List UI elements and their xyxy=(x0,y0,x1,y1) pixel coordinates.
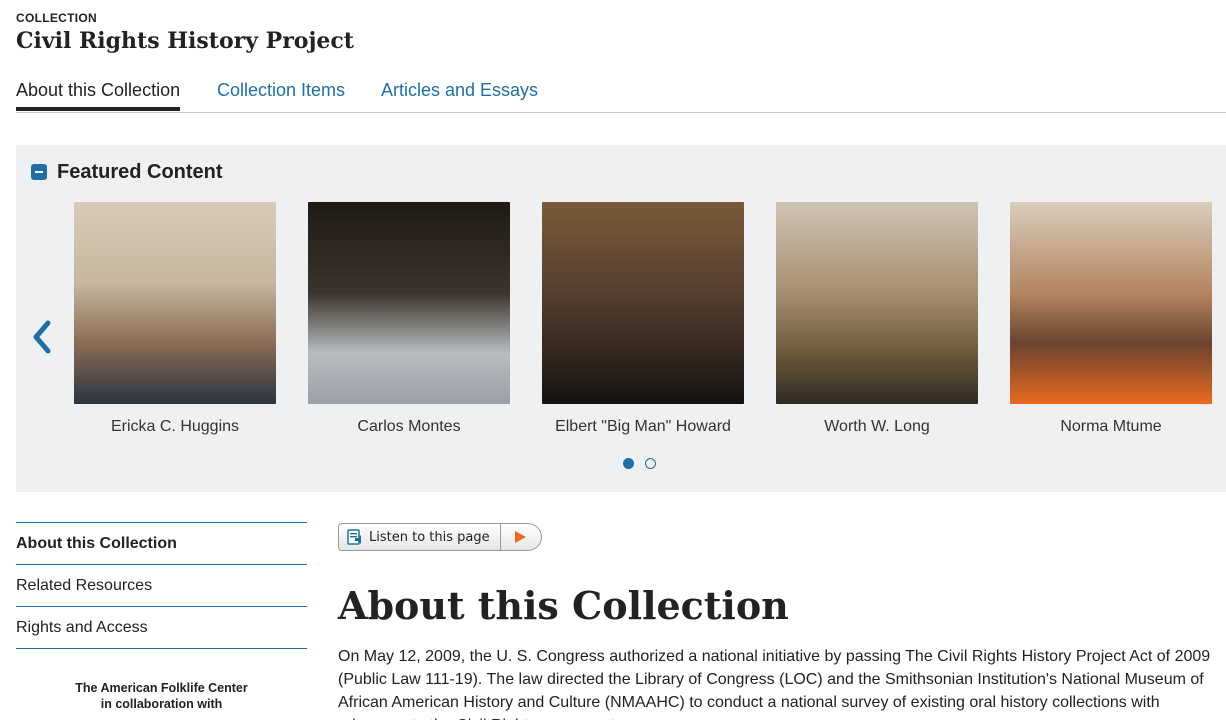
featured-content-panel: Featured Content Ericka C. Huggins Carlo… xyxy=(16,145,1226,492)
portrait-image[interactable] xyxy=(308,202,510,404)
sidebar-item-about[interactable]: About this Collection xyxy=(16,523,307,565)
speaker-icon xyxy=(347,529,361,545)
card-name[interactable]: Worth W. Long xyxy=(776,418,978,436)
tab-about[interactable]: About this Collection xyxy=(16,80,181,111)
portrait-image[interactable] xyxy=(1010,202,1212,404)
portrait-image[interactable] xyxy=(542,202,744,404)
chevron-left-icon[interactable] xyxy=(30,317,52,357)
sidebar-item-rights-access[interactable]: Rights and Access xyxy=(16,607,307,649)
collection-title[interactable]: Civil Rights History Project xyxy=(16,28,354,54)
carousel-dot-1[interactable] xyxy=(623,458,634,469)
portrait-image[interactable] xyxy=(74,202,276,404)
featured-card[interactable]: Norma Mtume xyxy=(1010,202,1212,436)
featured-card[interactable]: Ericka C. Huggins xyxy=(74,202,276,436)
tab-collection-items[interactable]: Collection Items xyxy=(217,80,345,107)
tab-articles-essays[interactable]: Articles and Essays xyxy=(381,80,538,107)
page-title: About this Collection xyxy=(338,583,789,628)
partner-line-1: The American Folklife Center xyxy=(75,681,248,695)
sidebar-nav: About this Collection Related Resources … xyxy=(16,522,307,649)
featured-title: Featured Content xyxy=(57,160,223,183)
card-name[interactable]: Elbert "Big Man" Howard xyxy=(542,418,744,436)
collapse-icon[interactable] xyxy=(31,164,47,180)
play-icon xyxy=(515,531,527,543)
partner-line-2: in collaboration with xyxy=(100,697,223,711)
partner-logo-text: The American Folklife Center in collabor… xyxy=(16,680,307,712)
play-button[interactable] xyxy=(500,523,542,551)
card-name[interactable]: Norma Mtume xyxy=(1010,418,1212,436)
featured-card[interactable]: Carlos Montes xyxy=(308,202,510,436)
listen-label: Listen to this page xyxy=(369,529,490,545)
carousel-pagination xyxy=(623,458,656,469)
collection-eyebrow: COLLECTION xyxy=(16,11,97,25)
featured-card[interactable]: Worth W. Long xyxy=(776,202,978,436)
card-name[interactable]: Ericka C. Huggins xyxy=(74,418,276,436)
featured-header[interactable]: Featured Content xyxy=(31,161,223,183)
carousel-dot-2[interactable] xyxy=(645,458,656,469)
listen-button[interactable]: Listen to this page xyxy=(338,523,542,551)
featured-card[interactable]: Elbert "Big Man" Howard xyxy=(542,202,744,436)
about-paragraph: On May 12, 2009, the U. S. Congress auth… xyxy=(338,648,1211,720)
collection-tabs: About this Collection Collection Items A… xyxy=(16,80,1226,113)
sidebar-item-related-resources[interactable]: Related Resources xyxy=(16,565,307,607)
portrait-image[interactable] xyxy=(776,202,978,404)
listen-main[interactable]: Listen to this page xyxy=(338,523,501,551)
card-name[interactable]: Carlos Montes xyxy=(308,418,510,436)
